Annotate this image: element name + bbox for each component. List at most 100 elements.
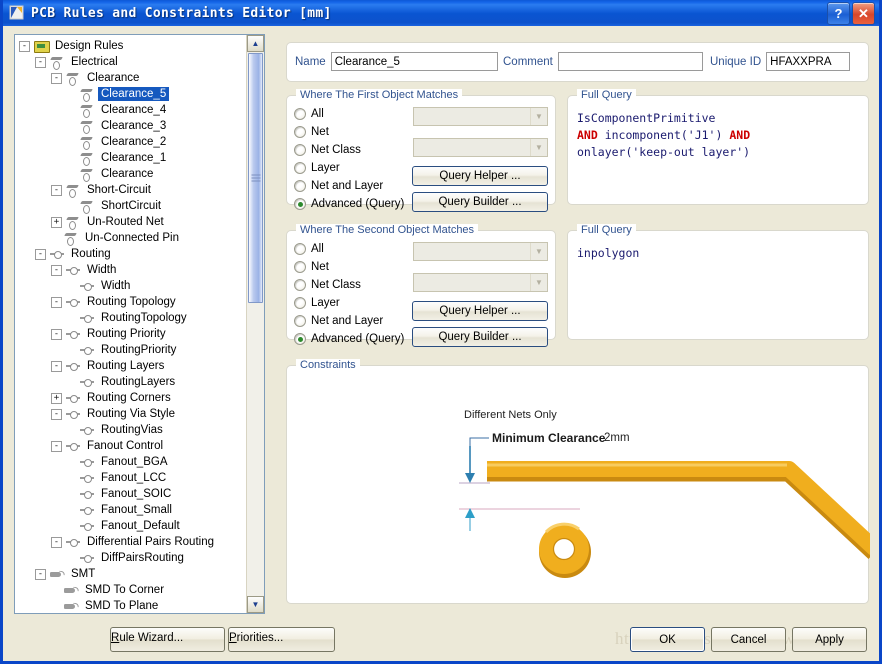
tree-item-routing-corners[interactable]: + Routing Corners (19, 390, 247, 406)
collapse-icon[interactable]: - (51, 264, 62, 276)
tree-item-fanout-bga[interactable]: Fanout_BGA (19, 454, 247, 470)
collapse-icon[interactable]: - (35, 248, 46, 260)
first-net-combo[interactable]: ▼ (413, 107, 548, 126)
rule-wizard-button[interactable]: Rule Wizard... (110, 627, 225, 652)
tree-item-fanout-default[interactable]: Fanout_Default (19, 518, 247, 534)
tree-item-width[interactable]: Width (19, 278, 247, 294)
name-field-row: Name Clearance_5 (295, 52, 498, 71)
tree-item-routingvias[interactable]: RoutingVias (19, 422, 247, 438)
expand-icon[interactable]: + (51, 216, 62, 228)
first-object-radio-net-and-layer[interactable]: Net and Layer (294, 177, 404, 195)
second-net-combo[interactable]: ▼ (413, 242, 548, 261)
collapse-icon[interactable]: - (35, 56, 46, 68)
collapse-icon[interactable]: - (51, 360, 62, 372)
tree-item-routingtopology[interactable]: RoutingTopology (19, 310, 247, 326)
tree-item-clearance-1[interactable]: Clearance_1 (19, 150, 247, 166)
design-rules-tree[interactable]: - Design Rules - Electrical - Clearance Cleara… (14, 34, 265, 614)
tree-item-routing-via-style[interactable]: - Routing Via Style (19, 406, 247, 422)
second-object-radio-advanced-query[interactable]: Advanced (Query) (294, 330, 404, 348)
tree-item-routing[interactable]: - Routing (19, 246, 247, 262)
routing-icon (79, 503, 96, 517)
tree-item-routing-priority[interactable]: - Routing Priority (19, 326, 247, 342)
first-query-builder-button[interactable]: Query Builder ... (412, 192, 548, 212)
second-object-radio-net[interactable]: Net (294, 258, 404, 276)
comment-input[interactable] (557, 52, 703, 71)
tree-item-fanout-lcc[interactable]: Fanout_LCC (19, 470, 247, 486)
ok-button[interactable]: OK (630, 627, 705, 652)
tree-item-clearance-5[interactable]: Clearance_5 (19, 86, 247, 102)
name-input[interactable]: Clearance_5 (330, 52, 498, 71)
tree-item-differential-pairs-routing[interactable]: - Differential Pairs Routing (19, 534, 247, 550)
tree-item-short-circuit[interactable]: - Short-Circuit (19, 182, 247, 198)
tree-item-smt[interactable]: - SMT (19, 566, 247, 582)
tree-item-un-connected-pin[interactable]: Un-Connected Pin (19, 230, 247, 246)
first-object-radio-advanced-query[interactable]: Advanced (Query) (294, 195, 404, 213)
expand-icon[interactable]: + (51, 392, 62, 404)
tree-item-routing-topology[interactable]: - Routing Topology (19, 294, 247, 310)
apply-button[interactable]: Apply (792, 627, 867, 652)
tree-item-diffpairsrouting[interactable]: DiffPairsRouting (19, 550, 247, 566)
cancel-button[interactable]: Cancel (711, 627, 786, 652)
second-object-radio-net-and-layer[interactable]: Net and Layer (294, 312, 404, 330)
tree-item-routingpriority[interactable]: RoutingPriority (19, 342, 247, 358)
unique-id-input[interactable]: HFAXXPRA (766, 52, 851, 71)
tree-item-design-rules[interactable]: - Design Rules (19, 38, 247, 54)
first-object-radio-all[interactable]: All (294, 105, 404, 123)
collapse-icon[interactable]: - (19, 40, 30, 52)
routing-icon (65, 535, 82, 549)
chevron-down-icon: ▼ (530, 274, 547, 291)
minimum-clearance-value[interactable]: 2mm (604, 432, 630, 444)
tree-item-label: Differential Pairs Routing (87, 536, 214, 548)
tree-item-routinglayers[interactable]: RoutingLayers (19, 374, 247, 390)
help-icon[interactable]: ? (827, 2, 850, 25)
query-text-fragment: inpolygon (577, 246, 640, 260)
close-icon[interactable]: ✕ (852, 2, 875, 25)
collapse-icon[interactable]: - (51, 328, 62, 340)
tree-item-fanout-control[interactable]: - Fanout Control (19, 438, 247, 454)
tree-item-clearance-4[interactable]: Clearance_4 (19, 102, 247, 118)
tree-item-fanout-small[interactable]: Fanout_Small (19, 502, 247, 518)
chevron-down-icon: ▼ (530, 139, 547, 156)
tree-item-clearance-3[interactable]: Clearance_3 (19, 118, 247, 134)
collapse-icon[interactable]: - (51, 440, 62, 452)
tree-item-un-routed-net[interactable]: + Un-Routed Net (19, 214, 247, 230)
tree-item-label: Electrical (71, 56, 118, 68)
collapse-icon[interactable]: - (51, 296, 62, 308)
collapse-icon[interactable]: - (51, 72, 62, 84)
tree-item-routing-layers[interactable]: - Routing Layers (19, 358, 247, 374)
routing-icon (79, 551, 96, 565)
first-netclass-combo[interactable]: ▼ (413, 138, 548, 157)
collapse-icon[interactable]: - (35, 568, 46, 580)
scroll-up-icon[interactable]: ▲ (247, 35, 264, 52)
tree-item-clearance-2[interactable]: Clearance_2 (19, 134, 247, 150)
tree-item-electrical[interactable]: - Electrical (19, 54, 247, 70)
tree-item-label: Routing (71, 248, 111, 260)
scroll-down-icon[interactable]: ▼ (247, 596, 264, 613)
priorities-button[interactable]: Priorities... (228, 627, 335, 652)
tree-item-clearance[interactable]: Clearance (19, 166, 247, 182)
tree-item-width[interactable]: - Width (19, 262, 247, 278)
routing-icon (79, 343, 96, 357)
second-query-helper-button[interactable]: Query Helper ... (412, 301, 548, 321)
tree-item-smd-to-plane[interactable]: SMD To Plane (19, 598, 247, 613)
second-object-radio-all[interactable]: All (294, 240, 404, 258)
second-query-builder-button[interactable]: Query Builder ... (412, 327, 548, 347)
tree-vertical-scrollbar[interactable]: ▲ ▼ (246, 35, 264, 613)
tree-spacer-icon (67, 458, 76, 467)
collapse-icon[interactable]: - (51, 408, 62, 420)
first-object-radio-layer[interactable]: Layer (294, 159, 404, 177)
tree-item-smd-to-corner[interactable]: SMD To Corner (19, 582, 247, 598)
first-query-helper-button[interactable]: Query Helper ... (412, 166, 548, 186)
collapse-icon[interactable]: - (51, 536, 62, 548)
tree-spacer-icon (51, 602, 60, 611)
first-object-radio-net-class[interactable]: Net Class (294, 141, 404, 159)
scrollbar-thumb[interactable] (248, 53, 263, 303)
tree-item-shortcircuit[interactable]: ShortCircuit (19, 198, 247, 214)
second-object-radio-layer[interactable]: Layer (294, 294, 404, 312)
collapse-icon[interactable]: - (51, 184, 62, 196)
tree-item-fanout-soic[interactable]: Fanout_SOIC (19, 486, 247, 502)
tree-item-clearance[interactable]: - Clearance (19, 70, 247, 86)
second-object-radio-net-class[interactable]: Net Class (294, 276, 404, 294)
first-object-radio-net[interactable]: Net (294, 123, 404, 141)
second-netclass-combo[interactable]: ▼ (413, 273, 548, 292)
